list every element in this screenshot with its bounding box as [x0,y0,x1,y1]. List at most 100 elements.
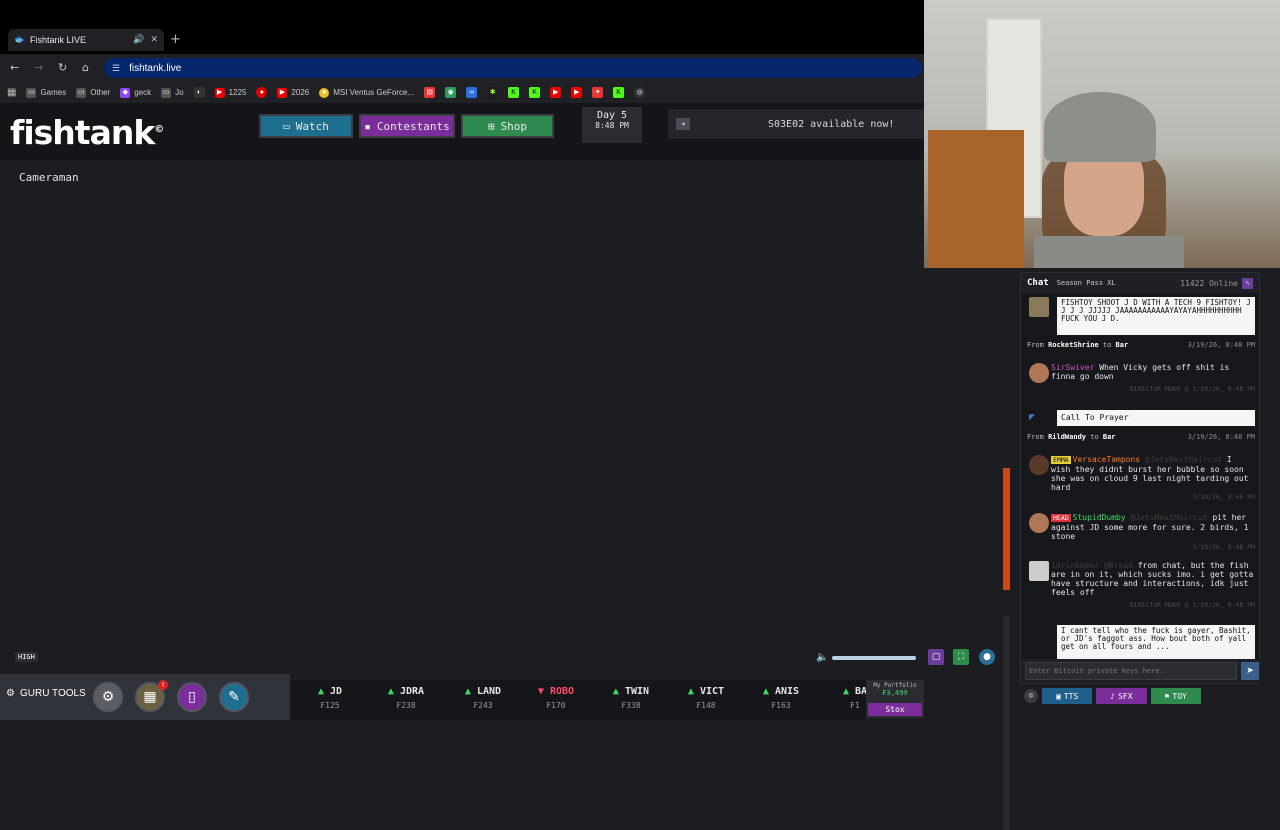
home-icon[interactable]: ⌂ [82,61,89,74]
stock-ticker[interactable]: ▲ JD ₣125 ▲ JDRA ₣238 ▲ LAND ₣243 ▼ ROBO ₣17… [290,680,866,720]
bookmark-1225[interactable]: ▶ 1225 [214,87,246,98]
portfolio-widget[interactable]: My Portfolio ₣3,499 Stox [866,680,924,718]
bookmark-infinity-icon[interactable]: ∞ [466,87,478,98]
bookmark-jo[interactable]: ▭ Jo [161,87,184,98]
quality-badge[interactable]: HIGH [15,652,38,662]
forward-icon[interactable]: → [34,61,43,74]
fishtank-logo[interactable]: fishtank© [10,113,164,152]
tts-message: I cant tell who the fuck is gayer, Bashi… [1057,625,1255,659]
bookmark-msi[interactable]: ● MSI Ventus GeForce... [319,87,414,98]
tab-close-icon[interactable]: ✕ [150,35,158,45]
bookmark-chat-icon[interactable]: ◉ [445,87,457,98]
watch-button[interactable]: ▭ Watch [259,114,353,138]
side-scroll-strip[interactable] [1003,616,1010,830]
bookmark-rocket-icon[interactable]: ✦ [592,87,604,98]
ticker-item[interactable]: ▲ ANIS ₣163 [746,686,816,710]
back-icon[interactable]: ← [10,61,19,74]
ticker-item[interactable]: ▲ JDRA ₣238 [371,686,441,710]
send-icon[interactable]: ➤ [1241,662,1259,680]
season-pass-label[interactable]: Season Pass XL [1057,279,1116,287]
ticker-item[interactable]: ▲ BA ₣1 [820,686,866,710]
stox-button[interactable]: Stox [868,703,922,716]
folder-icon: ▭ [26,87,37,98]
ticker-item[interactable]: ▲ JD ₣125 [295,686,365,710]
browser-tab-strip: 🐟 Fishtank LIVE 🔊 ✕ + [0,0,924,54]
ticker-item[interactable]: ▼ ROBO ₣170 [521,686,591,710]
address-bar[interactable]: ☰ fishtank.live [104,58,922,78]
chat-messages[interactable]: FISHTOY SHOOT J D WITH A TECH 9 FISHTOY!… [1021,293,1261,659]
ticker-item[interactable]: ▲ TWIN ₣338 [596,686,666,710]
time-label: 8:48 PM [595,121,629,130]
fullscreen-icon[interactable]: ⛶ [953,649,969,665]
bookmark-red-icon[interactable]: ● [256,87,268,98]
arrow-up-icon: ▲ [317,686,324,697]
side-thumbnail[interactable] [1003,468,1010,590]
bottom-toolbar: ⚙ GURU TOOLS ⚙ ▦ ! ▯ ✎ [0,674,290,720]
avatar [1029,455,1049,475]
arrow-up-icon: ▲ [687,686,694,697]
twitch-icon: ◆ [120,87,131,98]
guru-tools-button[interactable]: ⚙ GURU TOOLS [6,688,86,699]
new-tab-button[interactable]: + [170,32,181,47]
chat-message: idrinkbeer @Bread from chat, but the fis… [1029,561,1255,613]
bookmark-youtube-icon-2[interactable]: ▶ [571,87,583,98]
volume-slider[interactable] [832,656,916,660]
bookmark-news-icon[interactable]: ▤ [424,87,436,98]
site-header: fishtank© ▭ Watch ▪ Contestants ⊞ Shop Day … [0,103,924,160]
contestants-button[interactable]: ▪ Contestants [359,114,455,138]
settings-icon[interactable]: ⚙ [93,682,123,712]
lemon-icon: ● [319,87,330,98]
webcam-shirt [1034,236,1184,268]
youtube-icon: ▶ [214,87,225,98]
bookmark-games[interactable]: ▭ Games [26,87,66,98]
announcement-banner[interactable]: ◂ S03E02 available now! [668,109,924,139]
theater-mode-icon[interactable]: ▢ [928,649,944,665]
browser-tab[interactable]: 🐟 Fishtank LIVE 🔊 ✕ [8,29,164,51]
chat-message: EMMA VersaceTampons @JetsNextHaircut I wi… [1029,455,1255,503]
bookmark-kick-icon-3[interactable]: K [613,87,625,98]
url-text: fishtank.live [129,62,182,74]
emoji-icon[interactable]: ☺ [1024,689,1038,703]
chat-settings-icon[interactable]: ✎ [1242,277,1253,289]
webcam-chair [928,130,1024,268]
shop-button[interactable]: ⊞ Shop [461,114,554,138]
online-count: 11422 Online [1180,278,1238,288]
toy-button[interactable]: ⚑ TOY [1150,688,1201,704]
video-player[interactable]: Cameraman HIGH 🔈 ▢ ⛶ ● [0,160,1010,830]
sfx-icon: ♪ [1110,691,1116,701]
bookmark-other[interactable]: ▭ Other [76,87,110,98]
arrow-left-icon[interactable]: ◂ [676,118,690,130]
bookmark-youtube-icon[interactable]: ▶ [550,87,562,98]
record-icon[interactable]: ● [979,649,995,665]
arrow-up-icon: ▲ [612,686,619,697]
reload-icon[interactable]: ↻ [58,61,67,74]
tool-icon[interactable]: ✎ [219,682,249,712]
apps-icon[interactable]: ▦ [7,87,16,98]
site-info-icon[interactable]: ☰ [112,63,120,74]
bookmark-kick-icon[interactable]: K [508,87,520,98]
cart-icon: ⊞ [487,119,495,133]
sfx-button[interactable]: ♪ SFX [1096,688,1147,704]
ticker-item[interactable]: ▲ LAND ₣243 [448,686,518,710]
bookmark-2026[interactable]: ▶ 2026 [277,87,309,98]
bookmark-star-icon[interactable]: ✱ [487,87,499,98]
webcam-hat [1044,92,1156,162]
chat-panel: Chat Season Pass XL 11422 Online ✎ FISHT… [1020,272,1261,684]
bookmark-misc-icon[interactable]: ◐ [193,87,205,98]
avatar [1029,513,1049,533]
bookmark-kick-icon-2[interactable]: K [529,87,541,98]
day-clock: Day 5 8:48 PM [582,107,642,143]
bookmarks-bar: ▦ ▭ Games ▭ Other ◆ geck ▭ Jo ◐ ▶ 1225 ● ▶ 202… [0,82,924,103]
volume-icon[interactable]: 🔈 [816,652,828,663]
tab-audio-icon[interactable]: 🔊 [133,35,144,45]
avatar [1029,363,1049,383]
github-icon[interactable]: ◎ [634,87,646,98]
chat-title: Chat [1027,278,1049,288]
arrow-up-icon: ▲ [842,686,849,697]
tts-button[interactable]: ▣ TTS [1042,688,1093,704]
bag-icon[interactable]: ▯ [177,682,207,712]
folder-icon: ▭ [76,87,87,98]
chat-input[interactable] [1025,662,1237,680]
bookmark-geck[interactable]: ◆ geck [120,87,151,98]
ticker-item[interactable]: ▲ VICT ₣148 [671,686,741,710]
